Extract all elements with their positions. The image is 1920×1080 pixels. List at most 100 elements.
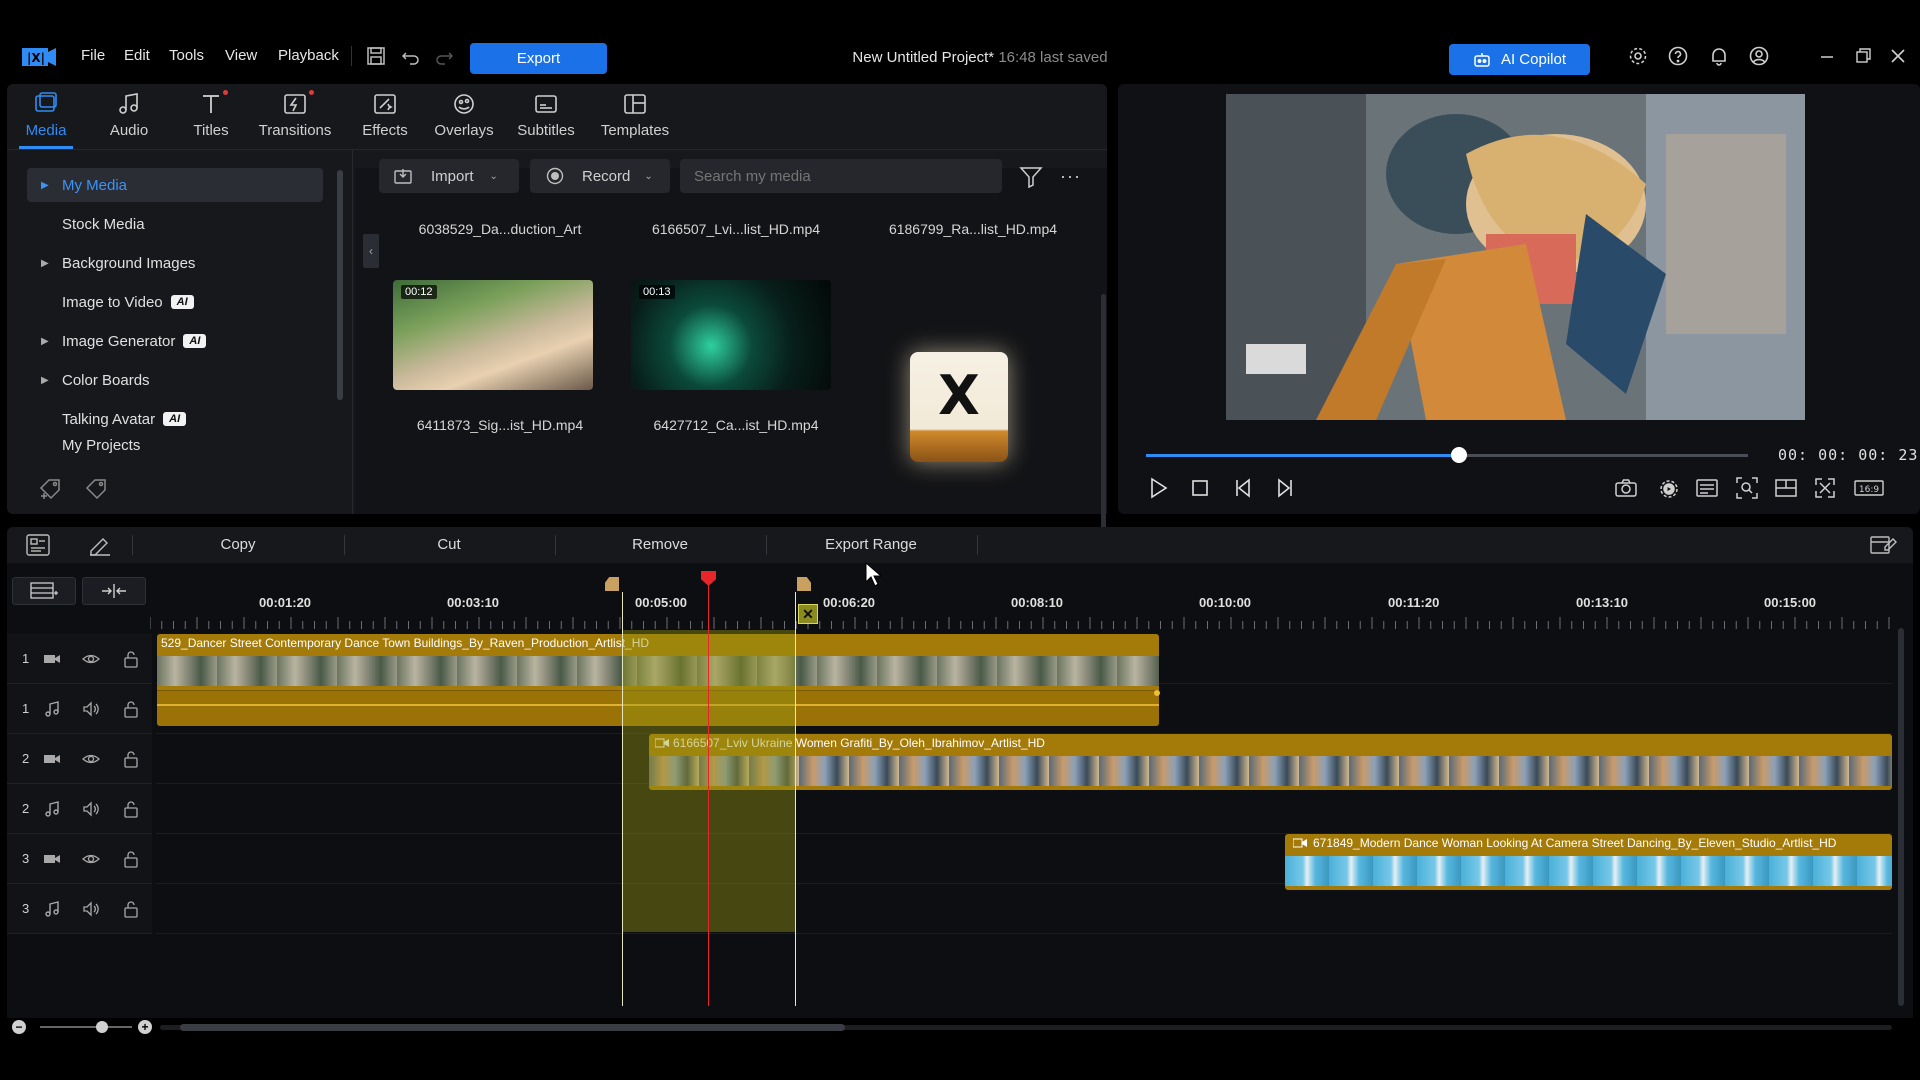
zoom-in-icon[interactable]: + [138,1020,152,1034]
tab-transitions[interactable]: Transitions [257,90,333,146]
zoom-out-icon[interactable]: − [12,1020,26,1034]
timeline-clip[interactable]: 6166507_Lviv Ukraine Women Grafiti_By_Ol… [649,734,1892,790]
add-tag-icon[interactable] [37,476,65,502]
timeline-horizontal-scrollbar[interactable] [180,1024,845,1031]
export-range-button[interactable]: Export Range [766,536,976,553]
import-dropdown[interactable]: Import ⌄ [379,159,519,193]
lock-icon[interactable] [122,800,140,818]
sidebar-item-my-projects[interactable]: My Projects [27,437,323,457]
collapse-sidebar-chevron-icon[interactable]: ‹ [363,234,379,268]
export-button[interactable]: Export [470,43,607,74]
tab-effects[interactable]: Effects [355,90,415,146]
menu-tools[interactable]: Tools [169,47,204,64]
remove-button[interactable]: Remove [555,536,765,553]
menu-playback[interactable]: Playback [278,47,339,64]
timeline-view-icon[interactable] [25,533,51,557]
track-row[interactable] [156,884,1892,934]
zoom-preview-icon[interactable] [1734,475,1760,501]
filter-icon[interactable] [1019,166,1043,188]
range-end-line[interactable] [795,592,796,1006]
notification-bell-icon[interactable] [1708,45,1730,67]
lock-icon[interactable] [122,850,140,868]
fit-timeline-button[interactable] [82,577,146,605]
sidebar-item-image-generator[interactable]: ▶ Image Generator AI [27,324,323,358]
speaker-volume-icon[interactable] [82,700,100,718]
account-icon[interactable] [1748,45,1770,67]
edit-pen-icon[interactable] [87,533,113,557]
media-thumbnail[interactable]: 00:13 [631,280,831,390]
sidebar-item-my-media[interactable]: ▶ My Media [27,168,323,202]
expand-arrow-icon[interactable]: ▶ [41,375,49,386]
lock-icon[interactable] [122,700,140,718]
layout-split-icon[interactable] [1773,475,1799,501]
playback-scrubber-handle[interactable] [1451,447,1468,463]
sidebar-item-talking-avatar[interactable]: Talking Avatar AI [27,402,323,436]
media-item-label[interactable]: 6411873_Sig...ist_HD.mp4 [390,417,610,433]
tab-titles[interactable]: Titles [183,90,239,146]
tab-audio[interactable]: Audio [101,90,157,146]
visibility-eye-icon[interactable] [82,850,100,868]
remove-tag-icon[interactable] [83,476,111,502]
media-thumbnail[interactable]: 00:12 [393,280,593,390]
sidebar-item-image-to-video[interactable]: Image to Video AI [27,285,323,319]
minimize-icon[interactable] [1816,45,1838,67]
timeline-settings-icon[interactable] [1869,533,1897,557]
fullscreen-icon[interactable] [1812,475,1838,501]
media-item-label[interactable]: 6427712_Ca...ist_HD.mp4 [626,417,846,433]
render-preview-icon[interactable] [1656,475,1682,501]
close-range-icon[interactable]: ✕ [798,604,818,624]
settings-gear-icon[interactable] [1627,45,1649,67]
cut-button[interactable]: Cut [344,536,554,553]
media-item-label[interactable]: 6038529_Da...duction_Art [390,221,610,237]
menu-edit[interactable]: Edit [124,47,150,64]
restore-icon[interactable] [1852,45,1874,67]
help-icon[interactable] [1667,45,1689,67]
more-options-icon[interactable]: ··· [1060,166,1081,187]
visibility-eye-icon[interactable] [82,750,100,768]
copy-button[interactable]: Copy [133,536,343,553]
expand-arrow-icon[interactable]: ▶ [41,180,49,191]
aspect-ratio-icon[interactable]: 16:9 [1853,475,1885,501]
timeline-vertical-scrollbar[interactable] [1898,628,1904,1006]
sidebar-item-color-boards[interactable]: ▶ Color Boards [27,363,323,397]
close-icon[interactable] [1887,45,1909,67]
snapshot-camera-icon[interactable] [1613,475,1639,501]
stop-icon[interactable] [1187,475,1213,501]
search-input[interactable] [680,159,1002,193]
sidebar-item-background-images[interactable]: ▶ Background Images [27,246,323,280]
ai-copilot-button[interactable]: AI Copilot [1449,44,1590,75]
lock-icon[interactable] [122,750,140,768]
range-start-line[interactable] [622,592,623,1006]
track-row[interactable] [156,784,1892,834]
speaker-volume-icon[interactable] [82,800,100,818]
subtitle-display-icon[interactable] [1694,475,1720,501]
lock-icon[interactable] [122,650,140,668]
redo-icon[interactable] [433,45,455,67]
menu-view[interactable]: View [225,47,257,64]
video-preview-frame[interactable] [1226,94,1805,420]
tab-subtitles[interactable]: Subtitles [513,90,579,146]
lock-icon[interactable] [122,900,140,918]
speaker-volume-icon[interactable] [82,900,100,918]
tab-overlays[interactable]: Overlays [431,90,497,146]
playhead-line[interactable] [708,572,709,1006]
expand-arrow-icon[interactable]: ▶ [41,258,49,269]
play-icon[interactable] [1145,475,1171,501]
sidebar-item-stock-media[interactable]: Stock Media [27,207,323,241]
track-manager-button[interactable] [12,577,76,605]
media-item-label[interactable]: 6166507_Lvi...list_HD.mp4 [626,221,846,237]
save-icon[interactable] [365,45,387,67]
undo-icon[interactable] [400,45,422,67]
expand-arrow-icon[interactable]: ▶ [41,336,49,347]
record-dropdown[interactable]: Record ⌄ [530,159,670,193]
zoom-slider-track[interactable] [40,1026,132,1028]
menu-file[interactable]: File [81,47,105,64]
next-frame-icon[interactable] [1271,475,1297,501]
timeline-clip[interactable]: 671849_Modern Dance Woman Looking At Cam… [1285,834,1892,890]
clip-end-keyframe[interactable] [1154,690,1160,696]
tab-media[interactable]: Media [19,90,73,146]
visibility-eye-icon[interactable] [82,650,100,668]
sidebar-scrollbar[interactable] [337,170,343,400]
previous-frame-icon[interactable] [1231,475,1257,501]
zoom-slider-handle[interactable] [96,1021,108,1033]
